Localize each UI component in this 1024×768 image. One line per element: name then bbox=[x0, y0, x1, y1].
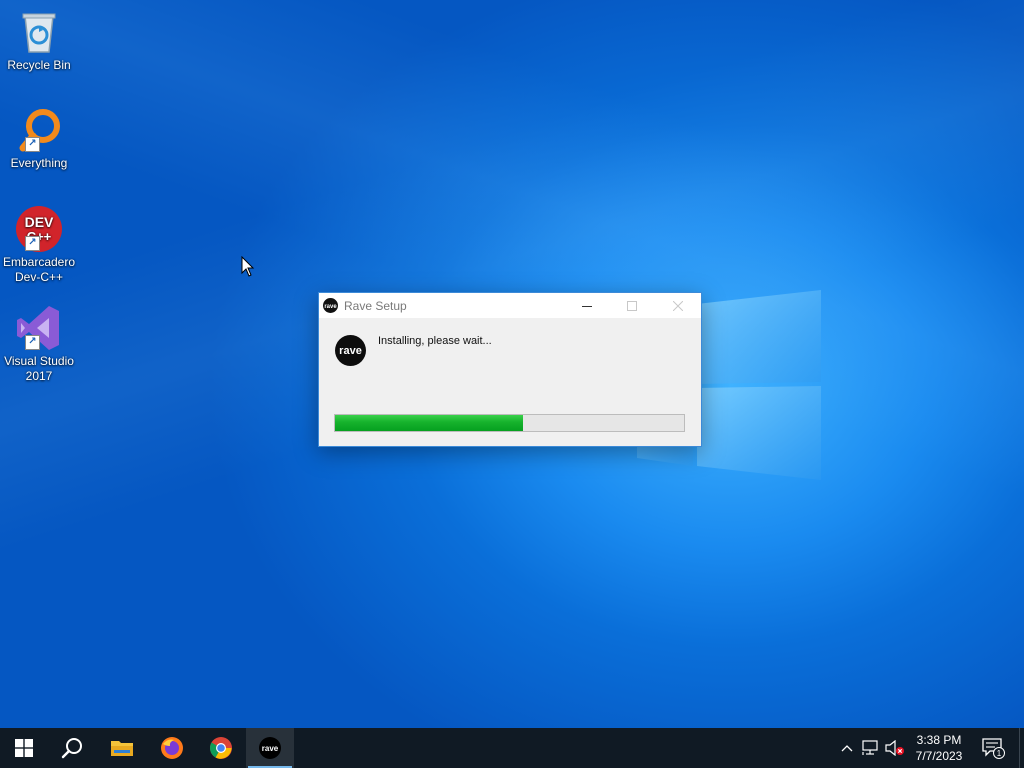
minimize-button[interactable] bbox=[564, 293, 609, 318]
svg-text:DEV: DEV bbox=[25, 214, 54, 230]
recycle-bin-icon bbox=[15, 8, 63, 56]
desktop-icon-label: Embarcadero Dev-C++ bbox=[2, 255, 76, 284]
clock-date: 7/7/2023 bbox=[915, 749, 963, 763]
visual-studio-icon: ↗ bbox=[15, 304, 63, 352]
desktop-icon-label: Visual Studio 2017 bbox=[4, 354, 74, 383]
clock-time: 3:38 PM bbox=[916, 733, 962, 747]
mouse-cursor-icon bbox=[241, 256, 255, 277]
volume-button[interactable] bbox=[884, 728, 906, 768]
close-icon bbox=[672, 300, 683, 311]
notification-count-badge: 1 bbox=[997, 749, 1002, 758]
install-status-text: Installing, please wait... bbox=[378, 335, 492, 347]
desktop-icon-label: Recycle Bin bbox=[7, 58, 71, 72]
taskbar: rave 3:38 PM 7/7/2023 1 bbox=[0, 728, 1024, 768]
start-button[interactable] bbox=[0, 728, 48, 768]
desktop-icon-visual-studio[interactable]: ↗ Visual Studio 2017 bbox=[2, 304, 76, 384]
chrome-button[interactable] bbox=[197, 728, 245, 768]
network-button[interactable] bbox=[860, 728, 882, 768]
rave-button[interactable]: rave bbox=[246, 728, 294, 768]
rave-setup-dialog: rave Rave Setup rave Installing, please … bbox=[318, 292, 702, 447]
desktop-icon-dev-cpp[interactable]: DEV C++ ↗ Embarcadero Dev-C++ bbox=[2, 205, 76, 285]
rave-logo-icon: rave bbox=[259, 737, 281, 759]
minimize-icon bbox=[581, 305, 592, 307]
rave-logo-icon: rave bbox=[335, 335, 366, 366]
svg-text:rave: rave bbox=[339, 345, 362, 357]
notification-icon: 1 bbox=[982, 738, 1005, 759]
firefox-button[interactable] bbox=[148, 728, 196, 768]
svg-text:rave: rave bbox=[262, 744, 279, 753]
windows-start-icon bbox=[15, 739, 33, 757]
desktop-icon-recycle-bin[interactable]: Recycle Bin bbox=[2, 8, 76, 73]
dialog-title: Rave Setup bbox=[344, 299, 407, 313]
show-hidden-icons-button[interactable] bbox=[838, 728, 856, 768]
search-icon bbox=[61, 738, 82, 759]
show-desktop-button[interactable] bbox=[1019, 728, 1024, 768]
taskbar-clock[interactable]: 3:38 PM 7/7/2023 bbox=[905, 732, 973, 764]
volume-muted-icon bbox=[885, 740, 904, 756]
shortcut-arrow-icon: ↗ bbox=[25, 236, 40, 251]
desktop-icon-everything[interactable]: ↗ Everything bbox=[2, 106, 76, 171]
shortcut-arrow-icon: ↗ bbox=[25, 335, 40, 350]
file-explorer-button[interactable] bbox=[98, 728, 146, 768]
maximize-icon bbox=[626, 300, 637, 311]
notification-center-button[interactable]: 1 bbox=[980, 728, 1006, 768]
svg-text:rave: rave bbox=[324, 304, 337, 310]
install-progress-bar bbox=[334, 414, 685, 432]
search-button[interactable] bbox=[48, 728, 96, 768]
dialog-titlebar[interactable]: rave Rave Setup bbox=[319, 293, 701, 318]
dev-cpp-icon: DEV C++ ↗ bbox=[15, 205, 63, 253]
everything-search-icon: ↗ bbox=[15, 106, 63, 154]
folder-icon bbox=[111, 741, 133, 756]
shortcut-arrow-icon: ↗ bbox=[25, 137, 40, 152]
maximize-button[interactable] bbox=[609, 293, 654, 318]
rave-logo-icon: rave bbox=[323, 298, 338, 313]
chevron-up-icon bbox=[841, 745, 853, 752]
close-button[interactable] bbox=[655, 293, 700, 318]
chrome-icon bbox=[210, 737, 232, 759]
desktop-icon-label: Everything bbox=[10, 156, 68, 170]
progress-bar-fill bbox=[335, 415, 524, 431]
firefox-icon bbox=[161, 737, 183, 759]
network-icon bbox=[862, 740, 878, 755]
